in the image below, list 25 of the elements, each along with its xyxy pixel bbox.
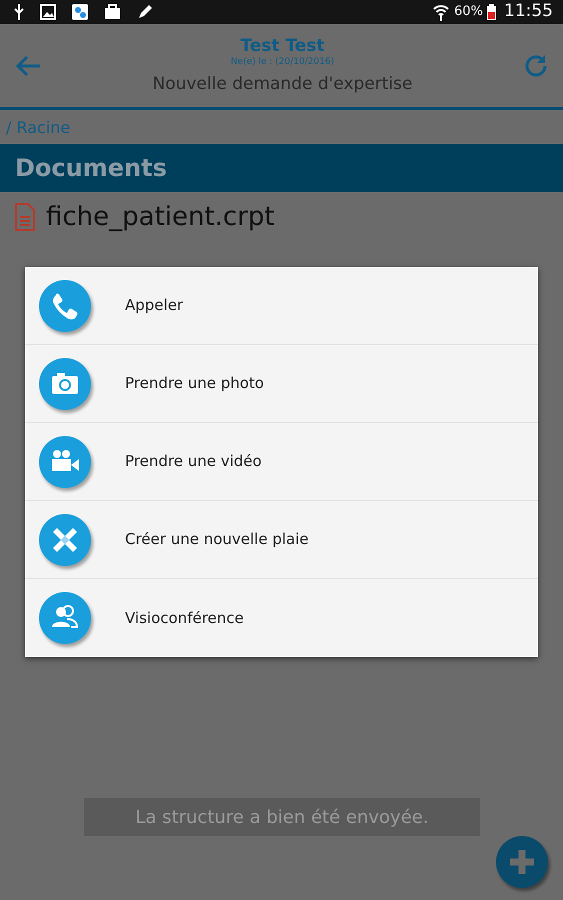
battery-level: 60% (454, 3, 483, 22)
plus-icon (507, 847, 537, 877)
add-button[interactable] (496, 836, 548, 888)
wifi-icon (432, 3, 450, 21)
briefcase-icon (104, 4, 121, 20)
battery-icon (487, 4, 496, 20)
section-header: Documents (0, 144, 563, 192)
page-heading: Nouvelle demande d'expertise (152, 73, 412, 95)
patient-name: Test Test (240, 36, 325, 56)
app-icon (72, 4, 88, 20)
image-icon (40, 4, 56, 20)
back-icon[interactable] (14, 54, 42, 78)
menu-item[interactable]: Prendre une photo (25, 345, 538, 423)
birth-date: Ne(e) le : (20/10/2016) (230, 56, 334, 68)
menu-item[interactable]: Visioconférence (25, 579, 538, 657)
usb-icon (14, 4, 24, 20)
file-name[interactable]: fiche_patient.crpt (46, 200, 275, 234)
refresh-icon[interactable] (522, 52, 549, 78)
menu-item[interactable]: Créer une nouvelle plaie (25, 501, 538, 579)
clock: 11:55 (504, 0, 553, 24)
toast-message: La structure a bien été envoyée. (84, 798, 480, 836)
pencil-icon (137, 4, 153, 20)
menu-item[interactable]: Prendre une vidéo (25, 423, 538, 501)
menu-item[interactable]: Appeler (25, 267, 538, 345)
document-icon (14, 203, 36, 231)
